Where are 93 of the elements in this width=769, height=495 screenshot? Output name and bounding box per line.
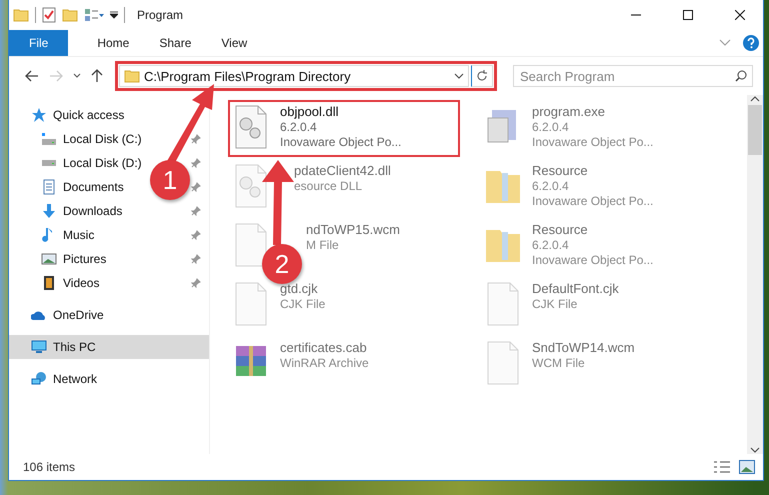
caret-icon <box>73 73 81 79</box>
caret-icon[interactable] <box>110 11 118 19</box>
file-icon <box>234 222 268 268</box>
pin-icon[interactable] <box>191 206 201 216</box>
file-icon <box>486 340 520 386</box>
file-name: Resource <box>532 222 589 238</box>
highlighted-file-tile[interactable]: objpool.dll 6.2.0.4 Inovaware Object Po... <box>228 100 460 157</box>
download-icon <box>41 203 57 219</box>
ribbon-tab[interactable]: Share <box>144 30 206 56</box>
ribbon-tab[interactable]: Home <box>82 30 144 56</box>
gear-file-icon <box>234 163 268 209</box>
folder-icon <box>13 8 29 22</box>
picture-icon <box>41 251 57 267</box>
drive-icon <box>41 132 57 146</box>
chevron-icon[interactable] <box>719 39 731 47</box>
properties-icon[interactable] <box>84 8 104 22</box>
address-field[interactable]: C:\Program Files\Program Directory <box>119 65 469 87</box>
file-name: gtd.cjk <box>280 281 319 297</box>
pin-icon[interactable] <box>191 158 201 168</box>
sidebar-item[interactable]: Music <box>63 228 94 242</box>
ribbon-tab[interactable]: File <box>9 30 68 56</box>
sidebar-item[interactable]: OneDrive <box>53 308 104 322</box>
search-field[interactable]: Search Program <box>513 65 753 87</box>
help-icon[interactable] <box>743 35 759 51</box>
file-icon <box>486 281 520 327</box>
monitor-icon <box>31 339 47 355</box>
file-detail: WinRAR Archive <box>280 356 369 371</box>
large-icons-view-icon[interactable] <box>739 460 755 474</box>
sidebar-item[interactable]: Local Disk (D:) <box>63 156 142 170</box>
file-detail: WCM File <box>532 356 586 371</box>
file-detail: 6.2.0.4 <box>532 120 570 135</box>
file-name: SndToWP14.wcm <box>532 340 635 356</box>
drive-icon <box>41 159 57 167</box>
details-view-icon[interactable] <box>713 460 731 474</box>
sidebar-item[interactable]: Documents <box>63 180 124 194</box>
sidebar-item[interactable]: Network <box>53 372 98 386</box>
document-icon <box>41 179 57 195</box>
back-button[interactable] <box>23 68 41 84</box>
sidebar-item[interactable]: Videos <box>63 276 100 290</box>
checklist-icon[interactable] <box>42 7 56 23</box>
up-button[interactable] <box>89 67 105 85</box>
window-title: Program <box>137 8 184 22</box>
gear-file-icon <box>234 104 268 150</box>
scrollbar-thumb[interactable] <box>748 105 762 155</box>
sidebar-item[interactable]: This PC <box>9 335 209 359</box>
folder-icon <box>62 8 78 22</box>
maximize-icon <box>683 10 693 20</box>
file-detail: Inovaware Object Po... <box>532 135 654 150</box>
file-detail: 6.2.0.4 <box>280 120 318 135</box>
file-name: objpool.dll <box>280 104 340 120</box>
forward-arrow-icon <box>49 70 63 82</box>
file-detail: Inovaware Object Po... <box>532 253 654 268</box>
refresh-button[interactable] <box>471 65 493 87</box>
file-name: certificates.cab <box>280 340 368 356</box>
file-name: Resource <box>532 163 589 179</box>
file-name: DefaultFont.cjk <box>532 281 619 297</box>
file-detail: M File <box>306 238 340 253</box>
scroll-down-icon[interactable] <box>750 446 760 454</box>
scrollbar[interactable] <box>747 95 763 454</box>
close-icon <box>735 10 745 20</box>
file-detail: esource DLL <box>294 179 364 194</box>
sidebar-item[interactable]: Downloads <box>63 204 122 218</box>
search-icon[interactable] <box>735 70 747 82</box>
network-icon <box>31 371 47 387</box>
file-name: ndToWP15.wcm <box>306 222 400 238</box>
file-detail: Inovaware Object Po... <box>280 135 402 150</box>
file-detail: CJK File <box>280 297 326 312</box>
pin-icon[interactable] <box>191 254 201 264</box>
file-detail: 6.2.0.4 <box>532 238 570 253</box>
sidebar-item[interactable]: Quick access <box>53 108 124 122</box>
refresh-icon <box>476 70 488 82</box>
pin-icon[interactable] <box>191 278 201 288</box>
file-detail: Inovaware Object Po... <box>532 194 654 209</box>
file-detail: CJK File <box>532 297 578 312</box>
up-arrow-icon <box>91 69 103 83</box>
film-icon <box>41 275 57 291</box>
item-count: 106 items <box>23 460 76 474</box>
file-detail: 6.2.0.4 <box>532 179 570 194</box>
back-arrow-icon <box>25 70 39 82</box>
star-icon <box>31 107 47 123</box>
sidebar-item[interactable]: Pictures <box>63 252 106 266</box>
minimize-icon <box>631 14 641 16</box>
sidebar-item[interactable]: Local Disk (C:) <box>63 132 142 146</box>
ribbon-tab[interactable]: View <box>206 30 262 56</box>
scroll-up-icon[interactable] <box>750 95 760 103</box>
file-name: program.exe <box>532 104 606 120</box>
pin-icon[interactable] <box>191 230 201 240</box>
folder-icon <box>124 69 140 83</box>
dropdown-icon[interactable] <box>454 73 464 79</box>
file-icon <box>234 281 268 327</box>
pin-icon[interactable] <box>191 134 201 144</box>
pin-icon[interactable] <box>191 182 201 192</box>
file-name: pdateClient42.dll <box>294 163 391 179</box>
